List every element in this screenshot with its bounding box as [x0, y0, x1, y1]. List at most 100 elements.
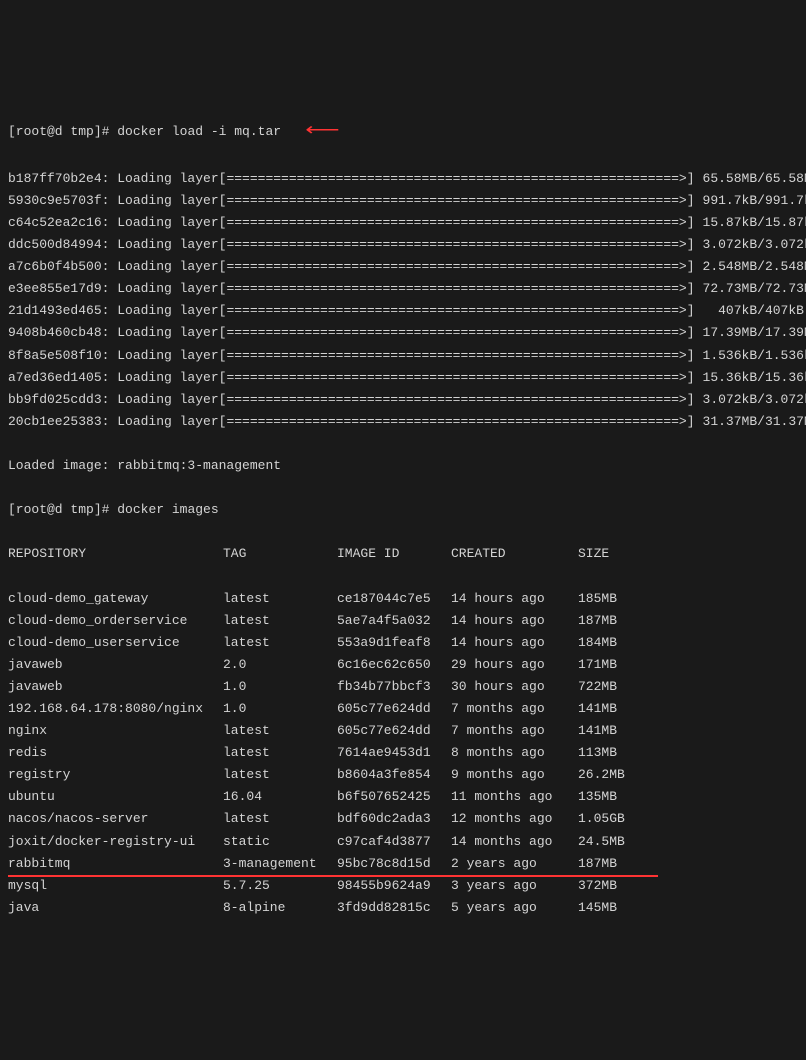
header-tag: TAG [223, 543, 337, 565]
cell-image-id: 5ae7a4f5a032 [337, 610, 451, 632]
cell-tag: 1.0 [223, 676, 337, 698]
cell-size: 1.05GB [578, 808, 658, 830]
layer-size: 31.37MB/31.37MB [703, 411, 806, 433]
table-row: java8-alpine3fd9dd82815c5 years ago145MB [8, 897, 798, 919]
layer-hash: e3ee855e17d9: Loading layer [8, 278, 219, 300]
layer-size: 1.536kB/1.536kB [703, 345, 806, 367]
cell-size: 113MB [578, 742, 658, 764]
loading-layer-row: c64c52ea2c16: Loading layer [===========… [8, 212, 798, 234]
cell-tag: 8-alpine [223, 897, 337, 919]
header-created: CREATED [451, 543, 578, 565]
cell-repository: nginx [8, 720, 223, 742]
cell-tag: 16.04 [223, 786, 337, 808]
cell-size: 372MB [578, 875, 658, 897]
cell-created: 29 hours ago [451, 654, 578, 676]
cell-image-id: 605c77e624dd [337, 720, 451, 742]
layer-hash: a7ed36ed1405: Loading layer [8, 367, 219, 389]
loading-layer-row: 8f8a5e508f10: Loading layer [===========… [8, 345, 798, 367]
loading-layer-row: 9408b460cb48: Loading layer [===========… [8, 322, 798, 344]
table-row: nginxlatest605c77e624dd7 months ago141MB [8, 720, 798, 742]
cell-repository: cloud-demo_gateway [8, 588, 223, 610]
table-row: 192.168.64.178:8080/nginx1.0605c77e624dd… [8, 698, 798, 720]
cell-size: 171MB [578, 654, 658, 676]
cell-created: 7 months ago [451, 720, 578, 742]
layer-size: 407kB/407kB [703, 300, 804, 322]
loading-layers-list: b187ff70b2e4: Loading layer [===========… [8, 168, 798, 433]
layer-hash: 20cb1ee25383: Loading layer [8, 411, 219, 433]
cell-repository: javaweb [8, 654, 223, 676]
loading-layer-row: b187ff70b2e4: Loading layer [===========… [8, 168, 798, 190]
arrow-annotation-icon: ⟵ [305, 118, 339, 145]
layer-size: 17.39MB/17.39MB [703, 322, 806, 344]
layer-size: 15.87kB/15.87kB [703, 212, 806, 234]
table-row: nacos/nacos-serverlatestbdf60dc2ada312 m… [8, 808, 798, 830]
cell-created: 5 years ago [451, 897, 578, 919]
shell-prompt: [root@d tmp]# [8, 502, 109, 517]
cell-repository: redis [8, 742, 223, 764]
cell-image-id: ce187044c7e5 [337, 588, 451, 610]
layer-hash: a7c6b0f4b500: Loading layer [8, 256, 219, 278]
cell-created: 11 months ago [451, 786, 578, 808]
cell-created: 8 months ago [451, 742, 578, 764]
header-size: SIZE [578, 543, 658, 565]
cell-created: 14 hours ago [451, 588, 578, 610]
cell-created: 12 months ago [451, 808, 578, 830]
cell-tag: latest [223, 808, 337, 830]
cell-repository: registry [8, 764, 223, 786]
progress-bar: [=======================================… [219, 256, 695, 278]
cell-size: 722MB [578, 676, 658, 698]
cell-size: 141MB [578, 698, 658, 720]
loading-layer-row: a7ed36ed1405: Loading layer [===========… [8, 367, 798, 389]
progress-bar: [=======================================… [219, 190, 695, 212]
header-repository: REPOSITORY [8, 543, 223, 565]
table-row: registrylatestb8604a3fe8549 months ago26… [8, 764, 798, 786]
cell-image-id: 553a9d1feaf8 [337, 632, 451, 654]
table-row: rabbitmq3-management95bc78c8d15d2 years … [8, 853, 798, 875]
cell-image-id: 98455b9624a9 [337, 875, 451, 897]
header-image-id: IMAGE ID [337, 543, 451, 565]
cell-repository: java [8, 897, 223, 919]
progress-bar: [=======================================… [219, 278, 695, 300]
progress-bar: [=======================================… [219, 300, 695, 322]
cell-created: 7 months ago [451, 698, 578, 720]
cell-size: 187MB [578, 853, 658, 875]
table-row: cloud-demo_userservicelatest553a9d1feaf8… [8, 632, 798, 654]
highlight-underline [8, 875, 658, 877]
table-row: javaweb2.06c16ec62c65029 hours ago171MB [8, 654, 798, 676]
table-row: redislatest7614ae9453d18 months ago113MB [8, 742, 798, 764]
cell-tag: latest [223, 764, 337, 786]
cell-size: 185MB [578, 588, 658, 610]
layer-size: 3.072kB/3.072kB [703, 389, 806, 411]
cell-tag: latest [223, 742, 337, 764]
cell-tag: 1.0 [223, 698, 337, 720]
layer-hash: bb9fd025cdd3: Loading layer [8, 389, 219, 411]
cell-tag: 3-management [223, 853, 337, 875]
table-row: joxit/docker-registry-uistaticc97caf4d38… [8, 831, 798, 853]
loading-layer-row: 21d1493ed465: Loading layer [===========… [8, 300, 798, 322]
table-row: javaweb1.0fb34b77bbcf330 hours ago722MB [8, 676, 798, 698]
cell-size: 141MB [578, 720, 658, 742]
loading-layer-row: e3ee855e17d9: Loading layer [===========… [8, 278, 798, 300]
cell-repository: cloud-demo_userservice [8, 632, 223, 654]
cell-image-id: 605c77e624dd [337, 698, 451, 720]
cell-created: 2 years ago [451, 853, 578, 875]
layer-hash: ddc500d84994: Loading layer [8, 234, 219, 256]
cell-repository: ubuntu [8, 786, 223, 808]
cell-size: 135MB [578, 786, 658, 808]
cell-size: 187MB [578, 610, 658, 632]
docker-load-command: docker load -i mq.tar [117, 124, 281, 139]
progress-bar: [=======================================… [219, 322, 695, 344]
layer-hash: 9408b460cb48: Loading layer [8, 322, 219, 344]
cell-created: 14 hours ago [451, 610, 578, 632]
layer-size: 3.072kB/3.072kB [703, 234, 806, 256]
layer-size: 65.58MB/65.58MB [703, 168, 806, 190]
layer-size: 72.73MB/72.73MB [703, 278, 806, 300]
cell-image-id: fb34b77bbcf3 [337, 676, 451, 698]
cell-created: 3 years ago [451, 875, 578, 897]
layer-hash: b187ff70b2e4: Loading layer [8, 168, 219, 190]
command-line-1: [root@d tmp]# docker load -i mq.tar⟵ [8, 118, 798, 145]
progress-bar: [=======================================… [219, 367, 695, 389]
layer-size: 2.548MB/2.548MB [703, 256, 806, 278]
cell-tag: latest [223, 720, 337, 742]
progress-bar: [=======================================… [219, 234, 695, 256]
